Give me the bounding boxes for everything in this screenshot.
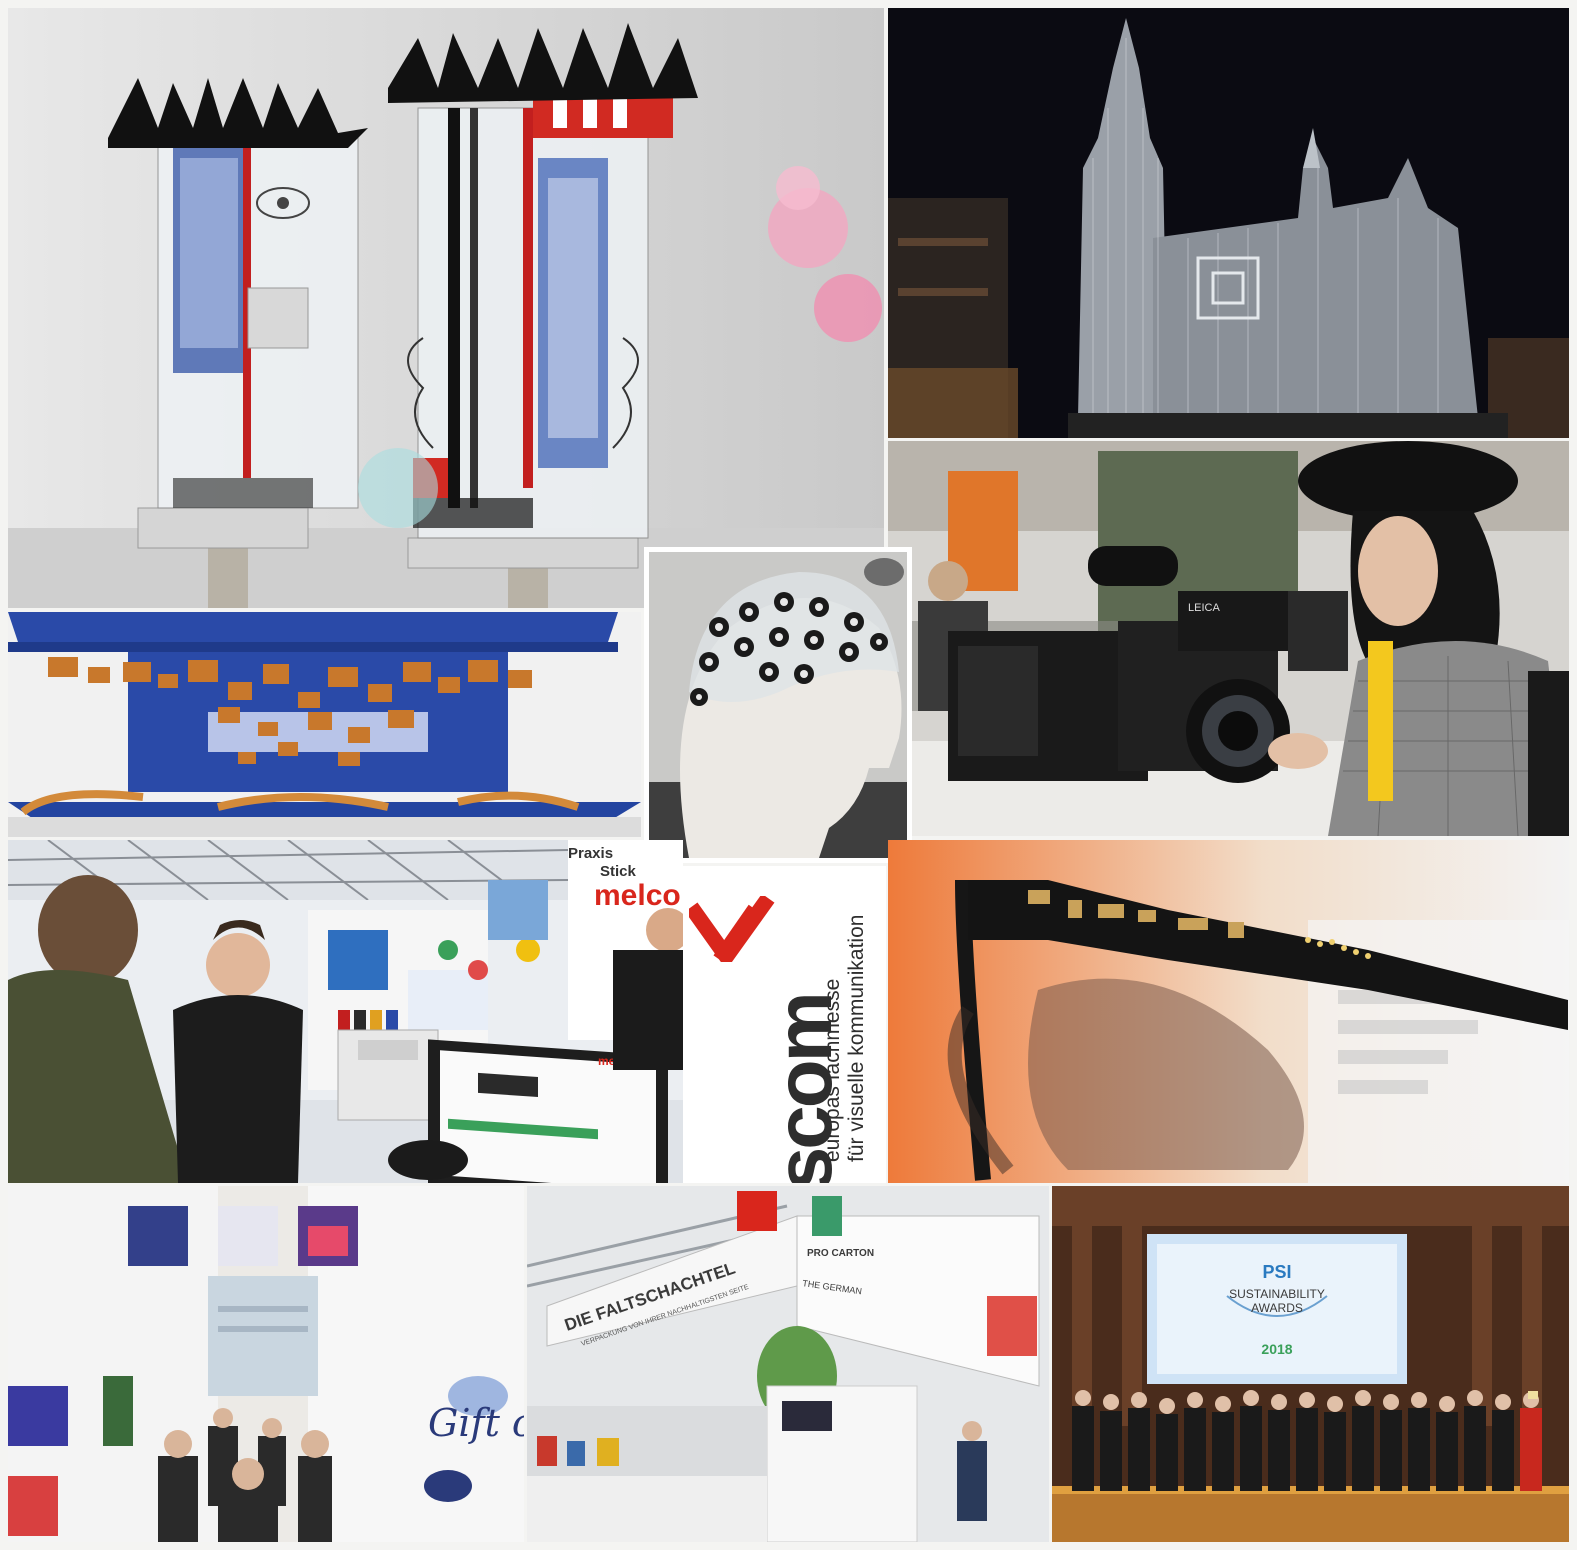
viscom-tagline-line1: europas fachmesse [821, 978, 844, 1162]
photo-smart-glasses [888, 840, 1569, 1183]
corner-sign-line1: Praxis [568, 845, 613, 862]
exhibition-hall-illustration: Gift of life [8, 1186, 524, 1542]
camera-illustration: LEICA [888, 441, 1569, 836]
sustainability-title: SUSTAINABILITY [1229, 1287, 1325, 1301]
photo-cinema-camera: LEICA [888, 441, 1569, 836]
awards-stage-illustration: PSI SUSTAINABILITY AWARDS 2018 [1052, 1186, 1569, 1542]
embroidery-booth-illustration: melco Praxis Stick melco [8, 840, 683, 1183]
pro-carton-logo: PRO CARTON [807, 1248, 874, 1259]
glass-sculptures-illustration [8, 8, 884, 608]
photo-exhibition-hall: Gift of life [8, 1186, 524, 1542]
corner-sign-line2: Stick [600, 863, 637, 880]
photo-awards-stage: PSI SUSTAINABILITY AWARDS 2018 [1052, 1186, 1569, 1542]
psi-logo-text: PSI [1262, 1262, 1291, 1282]
melco-sign: melco [594, 879, 681, 912]
awards-year: 2018 [1261, 1341, 1292, 1357]
smart-glasses-illustration [888, 840, 1569, 1183]
mannequin-illustration [649, 552, 907, 858]
viscom-logo-mark [689, 896, 775, 962]
photo-packaging-booth: DIE FALTSCHACHTEL VERPACKUNG VON IHRER N… [527, 1186, 1049, 1542]
stage-model-illustration [8, 612, 641, 837]
photo-glass-sculptures [8, 8, 884, 608]
cathedral-illustration [888, 8, 1569, 438]
viscom-tagline-line2: für visuelle kommunikation [845, 914, 868, 1162]
viscom-logo-panel: viscom europas fachmesse für visuelle ko… [683, 866, 886, 1183]
photo-eeg-mannequin [644, 547, 912, 863]
packaging-booth-illustration: DIE FALTSCHACHTEL VERPACKUNG VON IHRER N… [527, 1186, 1049, 1542]
camera-brand-label: LEICA [1188, 602, 1220, 614]
awards-title: AWARDS [1251, 1301, 1303, 1315]
gift-of-life-text: Gift of life [428, 1401, 524, 1445]
photo-cathedral-night [888, 8, 1569, 438]
photo-embroidery-booth: melco Praxis Stick melco [8, 840, 683, 1183]
photo-stage-model [8, 612, 641, 837]
